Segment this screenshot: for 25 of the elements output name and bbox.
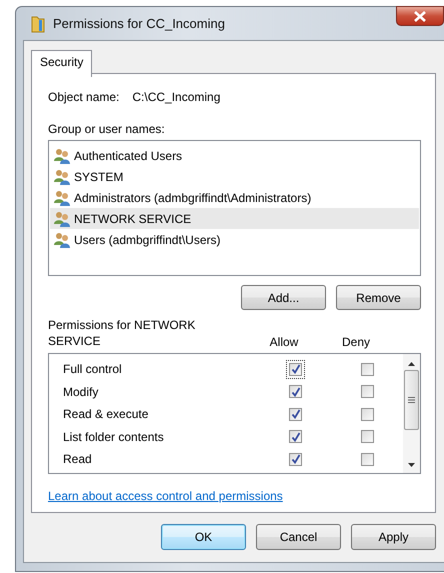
permission-name: Read & execute (62, 407, 150, 422)
list-item[interactable]: SYSTEM (50, 166, 419, 187)
object-name-value: C:\CC_Incoming (132, 90, 220, 106)
window-title: Permissions for CC_Incoming (53, 16, 225, 31)
button[interactable]: OK (161, 524, 246, 550)
list-item[interactable]: Users (admbgriffindt\Users) (50, 229, 419, 250)
button[interactable]: Remove (336, 285, 421, 310)
help-link[interactable]: Learn about access control and permissions (48, 489, 283, 503)
column-header: Allow (268, 335, 300, 349)
permission-name: Read (62, 452, 93, 466)
button[interactable]: Cancel (256, 524, 341, 550)
permission-name: Full control (62, 362, 123, 376)
permission-name: Modify (62, 384, 100, 399)
list-item[interactable]: Authenticated Users (50, 145, 419, 166)
button[interactable]: Add... (241, 285, 326, 310)
list-item[interactable]: Administrators (admbgriffindt\Administrators) (50, 187, 419, 208)
list-item[interactable]: NETWORK SERVICE (50, 208, 419, 229)
permission-name: List folder contents (62, 430, 165, 444)
button[interactable]: Apply (351, 524, 436, 550)
group-list[interactable]: Authenticated Users SYSTEM Administrators (admbgriffindt\Administrators) NETWORK SERVICE Users (admbgriffindt\Users) (48, 140, 421, 276)
object-name-label: Object name: (48, 90, 120, 106)
group-label: Group or user names: (48, 122, 166, 138)
permissions-label: Permissions for NETWORK SERVICE (48, 317, 196, 349)
column-header: Deny (340, 335, 371, 349)
tab[interactable]: Security (31, 50, 92, 77)
